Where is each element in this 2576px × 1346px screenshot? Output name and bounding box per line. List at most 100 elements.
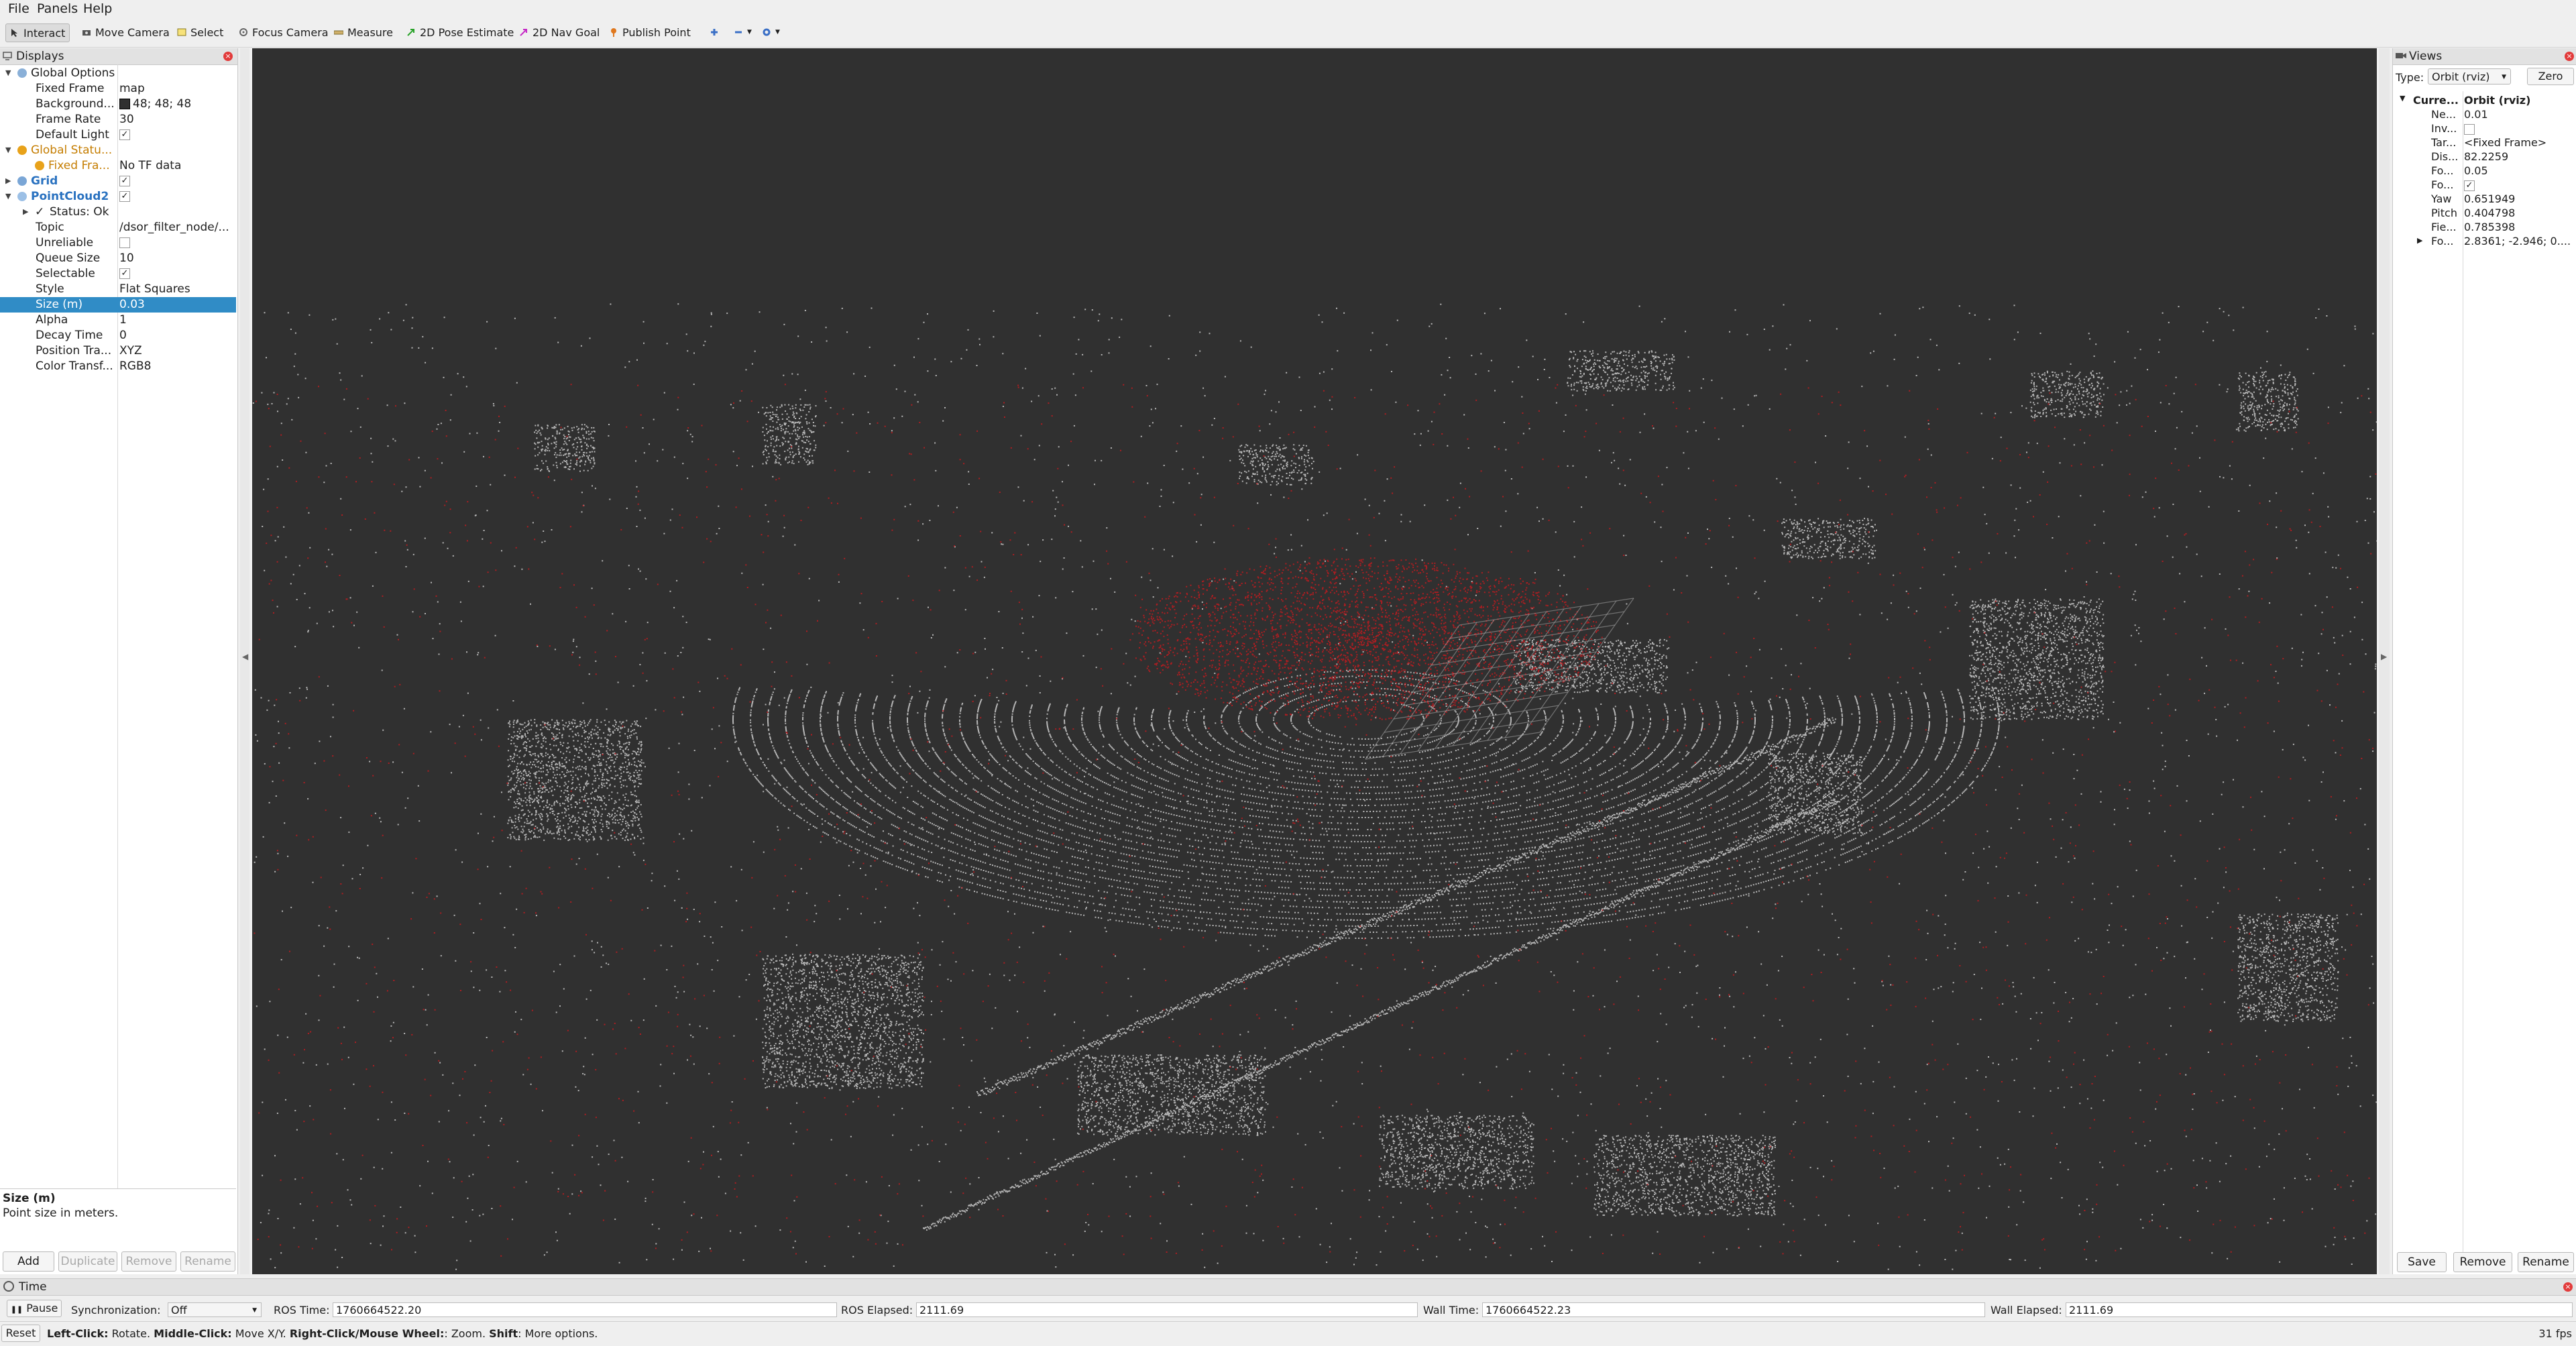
prop-fixed-frame[interactable]: Fixed Frame map xyxy=(0,81,236,97)
point-cloud-scene[interactable] xyxy=(252,48,2377,1274)
checkbox[interactable]: ✓ xyxy=(2464,180,2475,191)
chevron-down-icon[interactable]: ▼ xyxy=(5,68,11,77)
chevron-down-icon[interactable]: ▼ xyxy=(5,192,11,201)
wall-time-field[interactable]: 1760664522.23 xyxy=(1482,1302,1985,1317)
prop-value[interactable]: map xyxy=(119,82,235,95)
chevron-down-icon[interactable]: ▼ xyxy=(5,146,11,154)
prop-background[interactable]: Background... 48; 48; 48 xyxy=(0,97,236,112)
view-type-select[interactable]: Orbit (rviz) ▼ xyxy=(2428,68,2511,85)
prop-value[interactable] xyxy=(119,236,235,249)
zero-button[interactable]: Zero xyxy=(2527,68,2574,85)
prop-value[interactable]: 0.05 xyxy=(2464,164,2575,177)
right-splitter[interactable]: ▶ xyxy=(2379,48,2390,1274)
remove-display-button[interactable]: Remove xyxy=(121,1251,176,1272)
prop-value[interactable]: 0.01 xyxy=(2464,108,2575,121)
view-invert[interactable]: Inv... xyxy=(2393,122,2576,136)
checkbox[interactable] xyxy=(119,237,130,248)
render-viewport[interactable] xyxy=(252,48,2377,1274)
view-focal-point[interactable]: ▶ Fo... 2.8361; -2.946; 0.... xyxy=(2393,235,2576,249)
prop-value[interactable]: ✓ xyxy=(119,190,235,203)
collapse-right-icon[interactable]: ▶ xyxy=(2381,652,2387,661)
chevron-right-icon[interactable]: ▶ xyxy=(5,176,11,185)
ros-time-field[interactable]: 1760664522.20 xyxy=(333,1302,837,1317)
checkbox[interactable]: ✓ xyxy=(119,129,130,140)
rename-view-button[interactable]: Rename xyxy=(2518,1252,2574,1272)
prop-fixed-frame-status[interactable]: Fixed Fra... No TF data xyxy=(0,158,236,174)
prop-default-light[interactable]: Default Light ✓ xyxy=(0,127,236,143)
prop-value[interactable]: Flat Squares xyxy=(119,282,235,296)
tree-row-global-status[interactable]: ▼ Global Statu... xyxy=(0,143,236,158)
prop-decay-time[interactable]: Decay Time 0 xyxy=(0,328,236,343)
prop-value[interactable]: 0.404798 xyxy=(2464,207,2575,219)
reset-button[interactable]: Reset xyxy=(1,1325,40,1342)
prop-value[interactable]: 0 xyxy=(119,329,235,342)
view-current[interactable]: ▼ Curre... Orbit (rviz) xyxy=(2393,94,2576,108)
wall-elapsed-field[interactable]: 2111.69 xyxy=(2066,1302,2573,1317)
prop-color-transformer[interactable]: Color Transf... RGB8 xyxy=(0,359,236,374)
checkbox[interactable]: ✓ xyxy=(119,268,130,279)
prop-alpha[interactable]: Alpha 1 xyxy=(0,313,236,328)
checkbox[interactable]: ✓ xyxy=(119,176,130,186)
prop-selectable[interactable]: Selectable ✓ xyxy=(0,266,236,282)
prop-queue-size[interactable]: Queue Size 10 xyxy=(0,251,236,266)
pause-button[interactable]: ❚❚ Pause xyxy=(7,1300,62,1317)
close-icon[interactable]: × xyxy=(223,52,233,61)
prop-value[interactable]: 82.2259 xyxy=(2464,150,2575,163)
prop-value[interactable]: XYZ xyxy=(119,344,235,357)
add-display-button[interactable]: Add xyxy=(3,1251,54,1272)
view-yaw[interactable]: Yaw 0.651949 xyxy=(2393,192,2576,207)
view-near-clip[interactable]: Ne... 0.01 xyxy=(2393,108,2576,122)
prop-unreliable[interactable]: Unreliable xyxy=(0,235,236,251)
prop-frame-rate[interactable]: Frame Rate 30 xyxy=(0,112,236,127)
menu-panels[interactable]: Panels xyxy=(37,1,78,16)
prop-value[interactable]: 2.8361; -2.946; 0.... xyxy=(2464,235,2575,247)
view-target-frame[interactable]: Tar... <Fixed Frame> xyxy=(2393,136,2576,150)
prop-value[interactable]: 30 xyxy=(119,113,235,126)
close-icon[interactable]: × xyxy=(2563,1282,2573,1292)
view-field-of-view[interactable]: Fie... 0.785398 xyxy=(2393,221,2576,235)
remove-tool-button[interactable]: ▼ xyxy=(730,23,756,41)
prop-value[interactable]: RGB8 xyxy=(119,359,235,373)
tree-row-status-ok[interactable]: ▶ ✓ Status: Ok xyxy=(0,205,236,220)
view-focal-shape-fixed[interactable]: Fo... ✓ xyxy=(2393,178,2576,192)
sync-select[interactable]: Off ▼ xyxy=(168,1302,262,1317)
prop-value[interactable] xyxy=(2464,122,2575,135)
tree-row-grid[interactable]: ▶ Grid ✓ xyxy=(0,174,236,189)
prop-value[interactable]: ✓ xyxy=(119,128,235,142)
prop-value[interactable]: ✓ xyxy=(119,267,235,280)
prop-value[interactable]: 0.785398 xyxy=(2464,221,2575,233)
prop-value[interactable]: /dsor_filter_node/... xyxy=(119,221,235,234)
prop-value[interactable]: 48; 48; 48 xyxy=(119,97,235,111)
ros-elapsed-field[interactable]: 2111.69 xyxy=(916,1302,1418,1317)
save-view-button[interactable]: Save xyxy=(2397,1252,2447,1272)
publish-point-button[interactable]: Publish Point xyxy=(605,23,695,41)
pose-estimate-button[interactable]: 2D Pose Estimate xyxy=(402,23,518,41)
prop-position-transformer[interactable]: Position Tra... XYZ xyxy=(0,343,236,359)
focus-camera-button[interactable]: Focus Camera xyxy=(235,23,333,41)
chevron-right-icon[interactable]: ▶ xyxy=(23,207,28,216)
prop-style[interactable]: Style Flat Squares xyxy=(0,282,236,297)
view-pitch[interactable]: Pitch 0.404798 xyxy=(2393,207,2576,221)
prop-value[interactable]: 10 xyxy=(119,251,235,265)
chevron-right-icon[interactable]: ▶ xyxy=(2417,236,2422,245)
view-distance[interactable]: Dis... 82.2259 xyxy=(2393,150,2576,164)
select-button[interactable]: Select xyxy=(173,23,227,41)
add-tool-button[interactable] xyxy=(706,23,723,41)
checkbox[interactable]: ✓ xyxy=(119,191,130,202)
interact-tool-button[interactable]: Interact xyxy=(5,23,70,42)
tree-row-pointcloud2[interactable]: ▼ PointCloud2 ✓ xyxy=(0,189,236,205)
prop-value[interactable]: 0.03 xyxy=(119,298,235,311)
prop-value[interactable]: <Fixed Frame> xyxy=(2464,136,2575,149)
remove-view-button[interactable]: Remove xyxy=(2453,1252,2512,1272)
left-splitter[interactable]: ◀ xyxy=(240,48,249,1274)
prop-value[interactable]: 0.651949 xyxy=(2464,192,2575,205)
prop-value[interactable]: ✓ xyxy=(119,174,235,188)
tree-row-global-options[interactable]: ▼ Global Options xyxy=(0,66,236,81)
measure-button[interactable]: Measure xyxy=(330,23,397,41)
prop-topic[interactable]: Topic /dsor_filter_node/... xyxy=(0,220,236,235)
prop-size-selected[interactable]: Size (m) 0.03 xyxy=(0,297,236,313)
menu-file[interactable]: File xyxy=(8,1,30,16)
move-camera-button[interactable]: Move Camera xyxy=(78,23,174,41)
checkbox[interactable] xyxy=(2464,123,2475,135)
prop-value[interactable]: ✓ xyxy=(2464,178,2575,191)
